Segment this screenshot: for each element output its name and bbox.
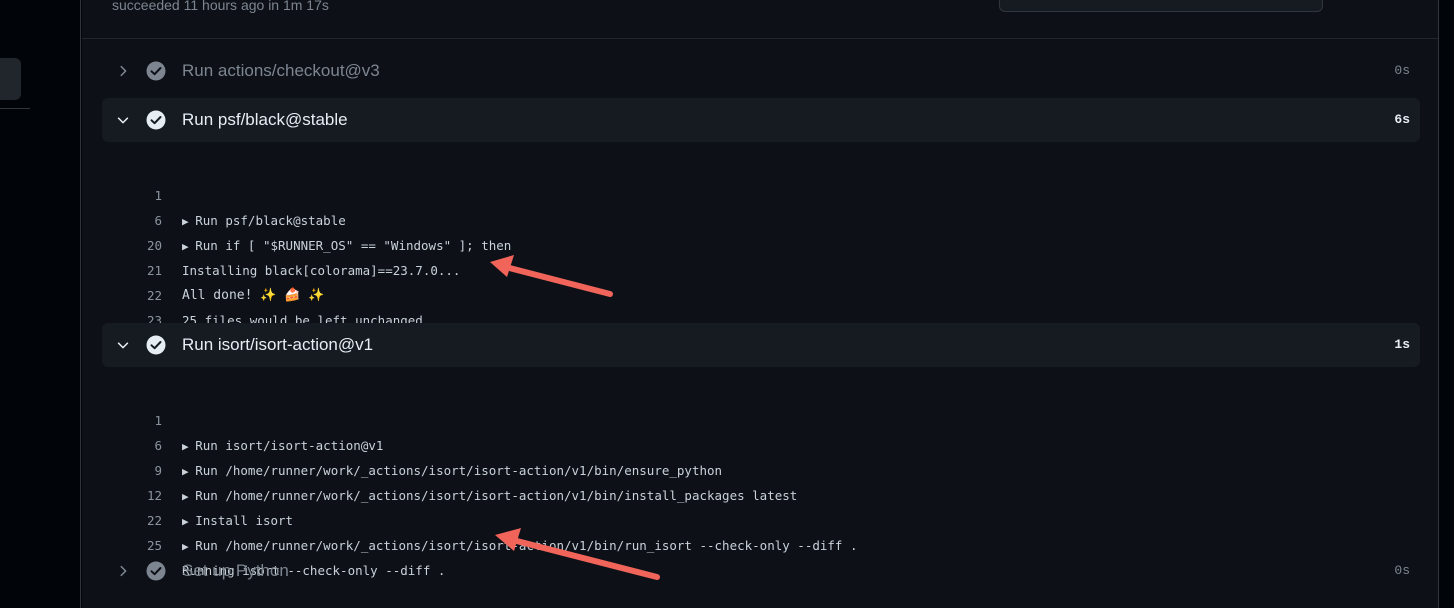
log-line: 21 All done! ✨ 🍰 ✨	[102, 233, 1420, 303]
log-line[interactable]: 6 ▶ Run /home/runner/work/_actions/isort…	[102, 408, 1420, 478]
step-duration: 0s	[1394, 563, 1410, 578]
step-title: Run actions/checkout@v3	[182, 61, 380, 80]
check-circle-icon	[146, 110, 166, 130]
step-duration: 6s	[1394, 112, 1410, 127]
log-line[interactable]: 1 ▶ Run psf/black@stable	[102, 158, 1420, 228]
step-isort-log: 1 ▶ Run isort/isort-action@v1 6 ▶ Run /h…	[102, 383, 1420, 578]
step-setup-python[interactable]: Set up Python 0s	[102, 549, 1420, 593]
left-sidebar	[0, 0, 81, 608]
header-divider	[82, 38, 1438, 39]
chevron-down-icon	[117, 117, 129, 124]
step-checkout[interactable]: Run actions/checkout@v3 0s	[102, 49, 1420, 93]
step-title: Set up Python	[182, 561, 289, 580]
annotation-arrow-icon	[490, 255, 613, 297]
chevron-right-icon	[120, 565, 127, 577]
step-title: Run psf/black@stable	[182, 110, 348, 129]
log-line[interactable]: 9 ▶ Run /home/runner/work/_actions/isort…	[102, 433, 1420, 503]
log-line[interactable]: 1 ▶ Run isort/isort-action@v1	[102, 383, 1420, 453]
step-isort[interactable]: Run isort/isort-action@v1 1s	[102, 323, 1420, 367]
chevron-right-icon	[120, 65, 127, 77]
annotation-arrow-icon	[495, 528, 660, 580]
log-line[interactable]: 12 ▶ Install isort	[102, 458, 1420, 528]
nav-divider	[0, 108, 30, 109]
selected-nav-item[interactable]	[0, 58, 21, 100]
step-black-log: 1 ▶ Run psf/black@stable 6 ▶ Run if [ "$…	[102, 158, 1420, 328]
log-line: 22 25 files would be left unchanged.	[102, 258, 1420, 328]
check-circle-icon	[146, 561, 166, 581]
step-duration: 0s	[1394, 63, 1410, 78]
log-line: 25 Running isort --check-only --diff .	[102, 508, 1420, 578]
log-line: 23	[102, 283, 1420, 328]
log-line: 20 Installing black[colorama]==23.7.0...	[102, 208, 1420, 278]
check-circle-icon	[146, 61, 166, 81]
step-black[interactable]: Run psf/black@stable 6s	[102, 98, 1420, 142]
job-status-text: succeeded 11 hours ago in 1m 17s	[112, 0, 329, 13]
step-title: Run isort/isort-action@v1	[182, 335, 374, 354]
log-line[interactable]: 22 ▶ Run /home/runner/work/_actions/isor…	[102, 483, 1420, 553]
check-circle-icon	[146, 335, 166, 355]
right-divider	[1438, 0, 1439, 608]
step-duration: 1s	[1394, 337, 1410, 352]
search-logs-input[interactable]	[999, 0, 1323, 12]
log-line[interactable]: 6 ▶ Run if [ "$RUNNER_OS" == "Windows" ]…	[102, 183, 1420, 253]
chevron-down-icon	[117, 342, 129, 349]
job-log-panel: succeeded 11 hours ago in 1m 17s Run act…	[82, 0, 1438, 608]
